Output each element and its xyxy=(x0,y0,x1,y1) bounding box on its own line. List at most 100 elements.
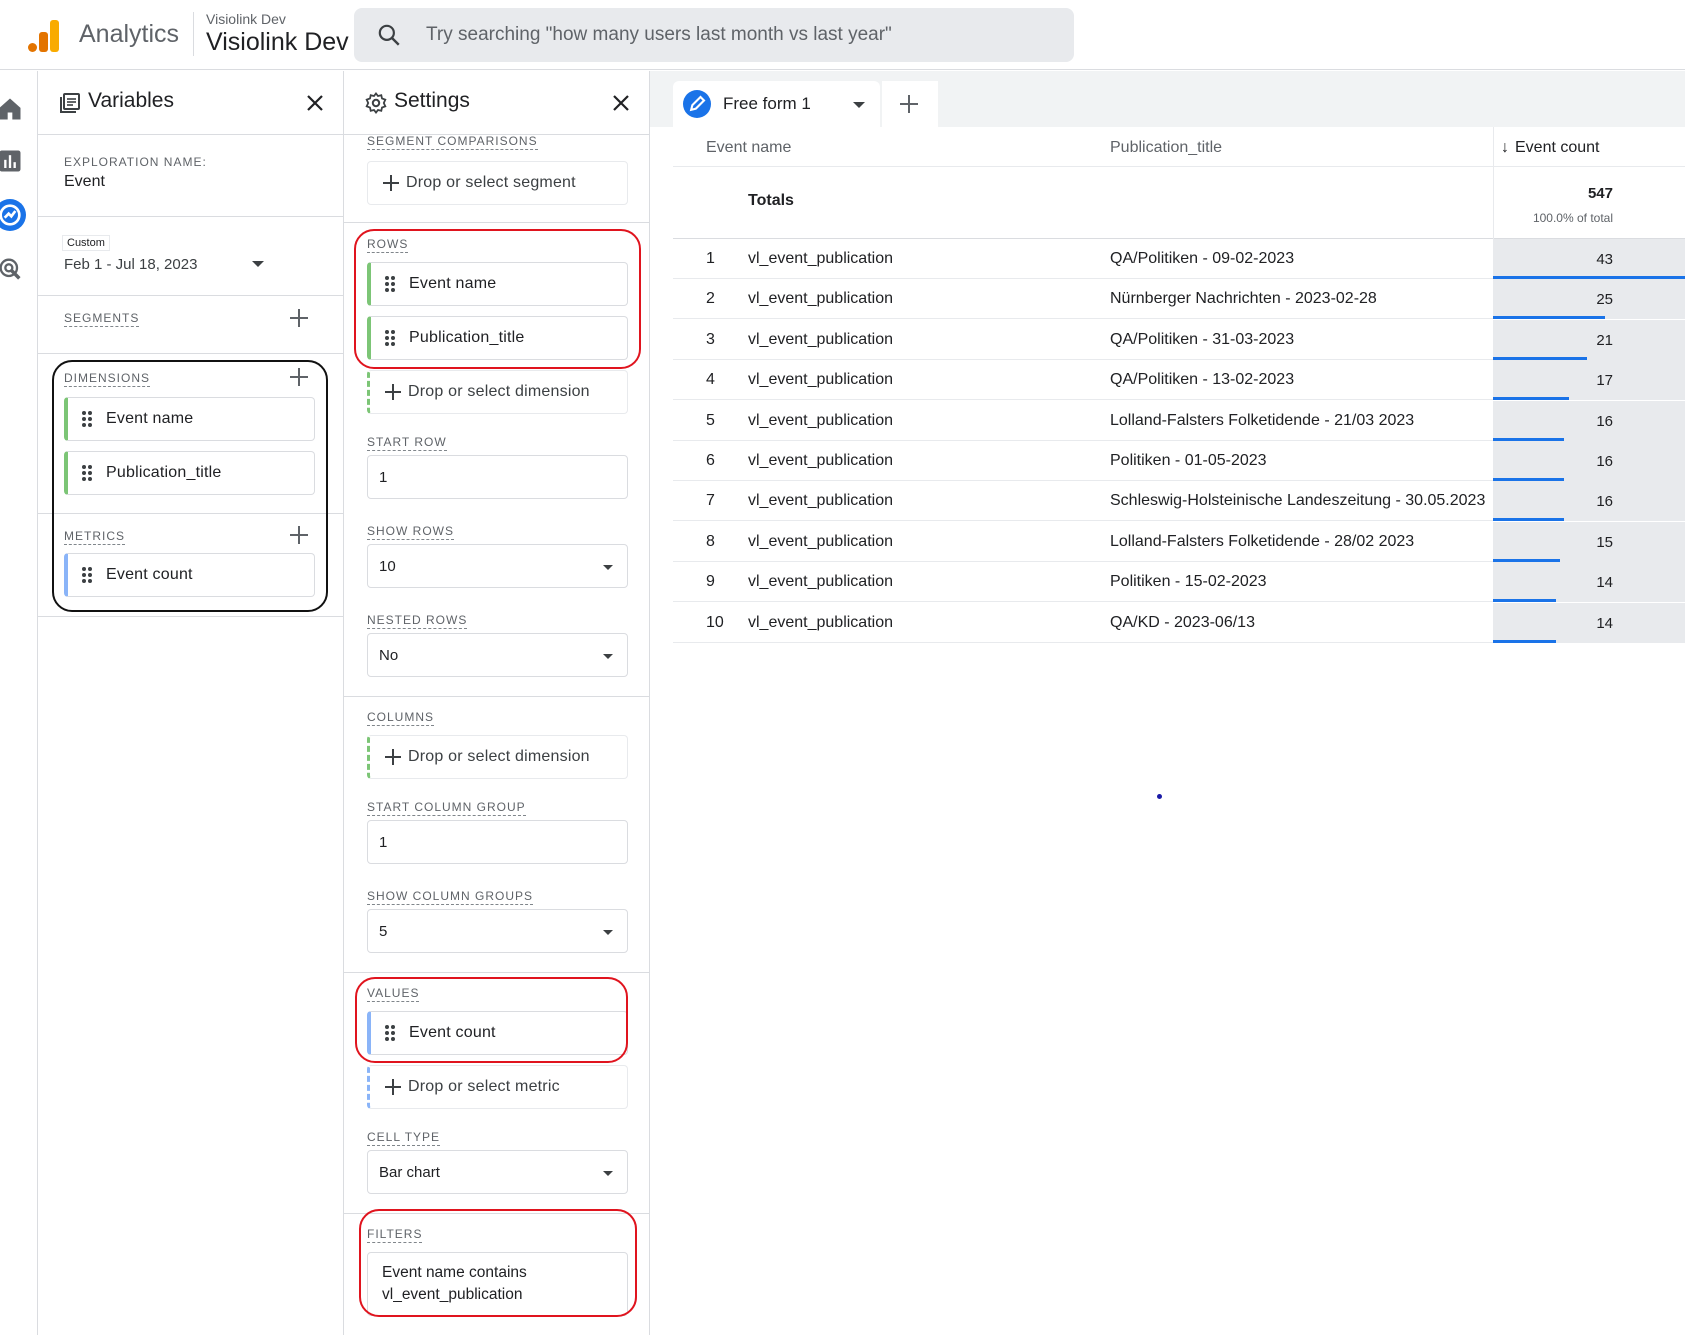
column-dimension-dropzone[interactable]: Drop or select dimension xyxy=(367,735,628,779)
dimensions-label: DIMENSIONS xyxy=(64,371,151,387)
cell-type-label: CELL TYPE xyxy=(367,1130,441,1146)
publication-title-cell[interactable]: Lolland-Falsters Folketidende - 21/03 20… xyxy=(1110,412,1414,430)
event-count-cell[interactable]: 21 xyxy=(1493,319,1685,360)
event-name-cell[interactable]: vl_event_publication xyxy=(748,371,893,389)
publication-title-cell[interactable]: QA/Politiken - 09-02-2023 xyxy=(1110,250,1294,268)
event-name-cell[interactable]: vl_event_publication xyxy=(748,331,893,349)
event-count-value: 43 xyxy=(1596,251,1613,268)
column-header-event-name[interactable]: Event name xyxy=(706,139,791,157)
nested-rows-select[interactable]: No xyxy=(367,633,628,677)
event-count-cell[interactable]: 17 xyxy=(1493,360,1685,401)
reports-icon[interactable] xyxy=(0,147,24,175)
start-row-value: 1 xyxy=(379,469,388,486)
account-name[interactable]: Visiolink Dev xyxy=(206,11,286,27)
drag-handle-icon[interactable] xyxy=(82,465,92,481)
event-name-cell[interactable]: vl_event_publication xyxy=(748,533,893,551)
event-count-cell[interactable]: 43 xyxy=(1493,239,1685,279)
event-count-cell[interactable]: 16 xyxy=(1493,400,1685,441)
show-rows-label: SHOW ROWS xyxy=(367,524,454,540)
start-column-group-input[interactable]: 1 xyxy=(367,820,628,864)
event-count-cell[interactable]: 14 xyxy=(1493,602,1685,643)
publication-title-cell[interactable]: Politiken - 01-05-2023 xyxy=(1110,452,1267,470)
value-chip-event-count[interactable]: Event count xyxy=(367,1011,628,1055)
event-name-cell[interactable]: vl_event_publication xyxy=(748,573,893,591)
sort-arrow-down-icon[interactable]: ↓ xyxy=(1501,139,1509,157)
column-header-publication-title[interactable]: Publication_title xyxy=(1110,139,1222,157)
event-count-cell[interactable]: 15 xyxy=(1493,521,1685,562)
table-row[interactable]: 9 vl_event_publication Politiken - 15-02-2… xyxy=(673,562,1685,603)
event-count-cell[interactable]: 14 xyxy=(1493,562,1685,603)
show-rows-select[interactable]: 10 xyxy=(367,544,628,588)
drag-handle-icon[interactable] xyxy=(385,330,395,346)
row-chip-event-name[interactable]: Event name xyxy=(367,262,628,306)
explore-icon[interactable] xyxy=(0,199,26,231)
drag-handle-icon[interactable] xyxy=(385,1025,395,1041)
publication-title-cell[interactable]: QA/Politiken - 13-02-2023 xyxy=(1110,371,1294,389)
publication-title-cell[interactable]: Lolland-Falsters Folketidende - 28/02 20… xyxy=(1110,533,1414,551)
event-name-cell[interactable]: vl_event_publication xyxy=(748,290,893,308)
analytics-logo-icon[interactable] xyxy=(28,18,60,52)
home-icon[interactable] xyxy=(0,95,24,123)
table-row[interactable]: 8 vl_event_publication Lolland-Falsters Fo… xyxy=(673,521,1685,562)
table-row[interactable]: 5 vl_event_publication Lolland-Falsters Fo… xyxy=(673,400,1685,441)
tab-label: Free form 1 xyxy=(723,94,811,113)
drag-handle-icon[interactable] xyxy=(385,276,395,292)
event-name-cell[interactable]: vl_event_publication xyxy=(748,250,893,268)
event-count-cell[interactable]: 16 xyxy=(1493,441,1685,481)
metric-chip-label: Event count xyxy=(106,566,193,583)
column-header-event-count[interactable]: Event count xyxy=(1515,139,1600,157)
add-dimension-icon[interactable] xyxy=(288,366,310,388)
filter-chip[interactable]: Event name contains vl_event_publication xyxy=(367,1252,628,1316)
filters-label: FILTERS xyxy=(367,1227,423,1243)
publication-title-cell[interactable]: Schleswig-Holsteinische Landeszeitung - … xyxy=(1110,492,1485,510)
app-name[interactable]: Analytics xyxy=(79,20,179,49)
date-dropdown-caret-icon[interactable] xyxy=(252,261,264,267)
drag-handle-icon[interactable] xyxy=(82,567,92,583)
exploration-name-label: EXPLORATION NAME: xyxy=(64,155,207,169)
chevron-down-icon xyxy=(603,654,613,659)
exploration-name[interactable]: Event xyxy=(64,173,105,191)
show-column-groups-select[interactable]: 5 xyxy=(367,909,628,953)
metric-chip-event-count[interactable]: Event count xyxy=(64,553,315,597)
start-row-input[interactable]: 1 xyxy=(367,455,628,499)
event-name-cell[interactable]: vl_event_publication xyxy=(748,412,893,430)
close-variables-icon[interactable] xyxy=(303,91,327,115)
publication-title-cell[interactable]: QA/Politiken - 31-03-2023 xyxy=(1110,331,1294,349)
advertising-icon[interactable] xyxy=(0,255,24,283)
add-metric-icon[interactable] xyxy=(288,524,310,546)
publication-title-cell[interactable]: QA/KD - 2023-06/13 xyxy=(1110,614,1255,632)
value-metric-dropzone[interactable]: Drop or select metric xyxy=(367,1065,628,1109)
table-row[interactable]: 2 vl_event_publication Nürnberger Nachrich… xyxy=(673,279,1685,320)
event-count-cell[interactable]: 25 xyxy=(1493,279,1685,320)
dimension-chip-publication-title[interactable]: Publication_title xyxy=(64,451,315,495)
plus-icon xyxy=(382,174,400,192)
date-range[interactable]: Feb 1 - Jul 18, 2023 xyxy=(64,256,197,273)
row-dimension-dropzone[interactable]: Drop or select dimension xyxy=(367,370,628,414)
close-settings-icon[interactable] xyxy=(609,91,633,115)
tab-menu-caret-icon[interactable] xyxy=(853,102,865,108)
table-row[interactable]: 6 vl_event_publication Politiken - 01-05-2… xyxy=(673,441,1685,481)
tab-free-form-1[interactable]: Free form 1 xyxy=(673,81,880,127)
search-bar[interactable]: Try searching "how many users last month… xyxy=(354,8,1074,62)
segment-dropzone[interactable]: Drop or select segment xyxy=(367,161,628,205)
table-row[interactable]: 3 vl_event_publication QA/Politiken - 31-0… xyxy=(673,319,1685,360)
publication-title-cell[interactable]: Politiken - 15-02-2023 xyxy=(1110,573,1267,591)
edit-pencil-icon[interactable] xyxy=(683,90,711,118)
event-name-cell[interactable]: vl_event_publication xyxy=(748,614,893,632)
event-name-cell[interactable]: vl_event_publication xyxy=(748,452,893,470)
publication-title-cell[interactable]: Nürnberger Nachrichten - 2023-02-28 xyxy=(1110,290,1377,308)
event-name-cell[interactable]: vl_event_publication xyxy=(748,492,893,510)
cell-type-select[interactable]: Bar chart xyxy=(367,1150,628,1194)
table-row[interactable]: 1 vl_event_publication QA/Politiken - 09-0… xyxy=(673,239,1685,279)
dimension-chip-event-name[interactable]: Event name xyxy=(64,397,315,441)
event-count-cell[interactable]: 16 xyxy=(1493,481,1685,522)
table-row[interactable]: 10 vl_event_publication QA/KD - 2023-06/13… xyxy=(673,602,1685,643)
add-tab-button[interactable] xyxy=(882,81,938,127)
table-row[interactable]: 4 vl_event_publication QA/Politiken - 13-0… xyxy=(673,360,1685,401)
variables-header: Variables xyxy=(38,71,343,135)
table-row[interactable]: 7 vl_event_publication Schleswig-Holsteini… xyxy=(673,481,1685,522)
drag-handle-icon[interactable] xyxy=(82,411,92,427)
property-name[interactable]: Visiolink Dev xyxy=(206,28,349,57)
add-segment-icon[interactable] xyxy=(288,307,310,329)
row-chip-publication-title[interactable]: Publication_title xyxy=(367,316,628,360)
